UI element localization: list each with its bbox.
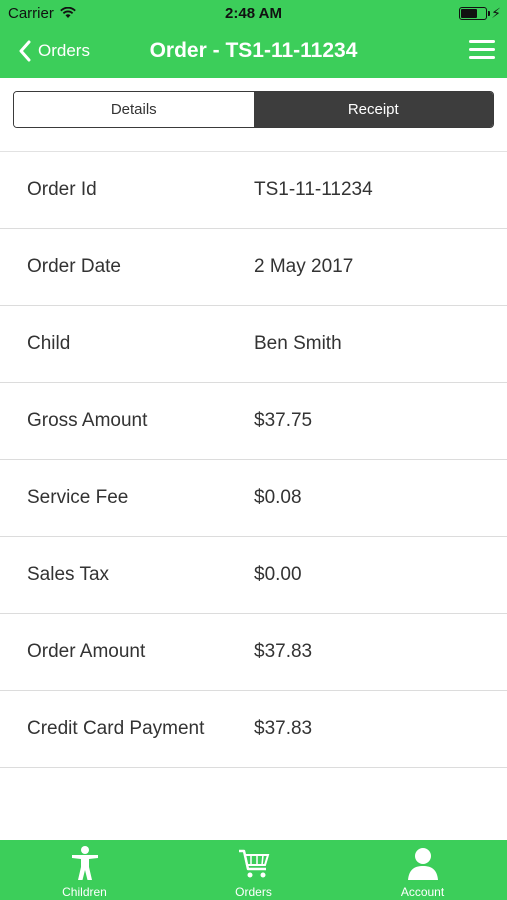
tab-label: Orders [235,885,272,899]
row-label: Credit Card Payment [27,718,205,739]
row-order-date: Order Date 2 May 2017 [0,229,507,306]
user-icon [407,848,438,880]
bottom-tab-bar: Children Orders Account [0,840,507,900]
row-sales-tax: Sales Tax $0.00 [0,537,507,614]
row-value: TS1-11-11234 [254,179,373,200]
row-label: Child [27,333,71,354]
row-value: $0.00 [254,564,302,585]
tab-children[interactable]: Children [0,840,169,900]
status-bar: Carrier 2:48 AM ⚡ [0,0,507,28]
row-order-amount: Order Amount $37.83 [0,614,507,691]
row-service-fee: Service Fee $0.08 [0,460,507,537]
child-icon [71,846,98,880]
row-order-id: Order Id TS1-11-11234 [0,152,507,229]
row-label: Sales Tax [27,564,110,585]
segment-container: Details Receipt [0,78,507,152]
row-gross-amount: Gross Amount $37.75 [0,383,507,460]
row-label: Order Amount [27,641,146,662]
hamburger-menu-icon[interactable] [469,40,495,62]
tab-account[interactable]: Account [338,840,507,900]
page-title: Order - TS1-11-11234 [149,39,358,62]
row-child: Child Ben Smith [0,306,507,383]
tab-label: Children [62,885,107,899]
charging-bolt-icon: ⚡ [491,5,501,21]
row-label: Service Fee [27,487,129,508]
row-value: $0.08 [254,487,302,508]
navigation-bar: Orders Order - TS1-11-11234 [0,28,507,78]
row-value: $37.75 [254,410,313,431]
row-value: $37.83 [254,718,313,739]
details-receipt-segmented-control: Details Receipt [13,91,494,128]
tab-receipt[interactable]: Receipt [253,92,493,127]
row-value: Ben Smith [254,333,342,354]
cart-icon [238,849,269,878]
tab-orders[interactable]: Orders [169,840,338,900]
row-value: $37.83 [254,641,313,662]
row-credit-card-payment: Credit Card Payment $37.83 [0,691,507,768]
battery-icon [459,7,490,20]
row-label: Order Date [27,256,121,277]
status-time: 2:48 AM [225,5,282,22]
row-label: Gross Amount [27,410,148,431]
tab-details[interactable]: Details [14,92,254,127]
row-label: Order Id [27,179,97,200]
row-value: 2 May 2017 [254,256,354,277]
receipt-list: Order Id TS1-11-11234 Order Date 2 May 2… [0,152,507,768]
tab-label: Account [400,885,445,899]
